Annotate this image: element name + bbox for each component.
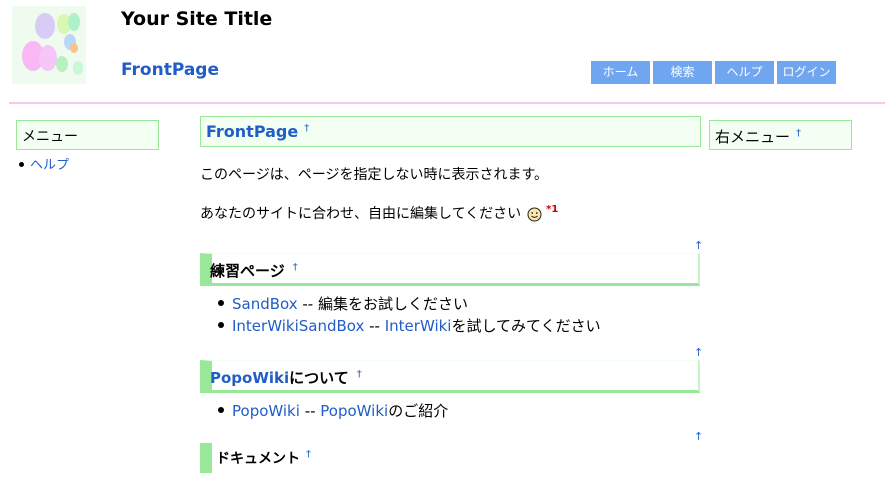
header-divider: [9, 102, 885, 104]
interwikisandbox-link[interactable]: InterWikiSandBox: [232, 317, 364, 335]
sandbox-link[interactable]: SandBox: [232, 295, 298, 313]
dagger-anchor-icon[interactable]: †: [306, 449, 311, 460]
list-item-text: -- 編集をお試しください: [297, 295, 468, 313]
site-logo[interactable]: [12, 6, 86, 84]
nav-search-button[interactable]: 検索: [653, 61, 713, 84]
back-to-top-link[interactable]: ↑: [694, 430, 703, 443]
section-heading-practice: 練習ページ †: [200, 253, 700, 286]
list-item: SandBox -- 編集をお試しください: [216, 293, 601, 315]
popowiki-link[interactable]: PopoWiki: [232, 402, 300, 420]
section-heading-text: ドキュメント: [216, 451, 300, 467]
list-item: PopoWiki -- PopoWikiのご紹介: [216, 400, 448, 422]
intro-paragraph-2-text: あなたのサイトに合わせ、自由に編集してください: [200, 206, 522, 222]
intro-paragraph-1: このページは、ページを指定しない時に表示されます。: [200, 167, 549, 183]
list-item-text: のご紹介: [388, 402, 449, 420]
section-heading-documents: ドキュメント †: [200, 443, 700, 473]
bullet-icon: [19, 162, 24, 167]
back-to-top-link[interactable]: ↑: [694, 346, 703, 359]
right-menu-title: 右メニュー †: [709, 120, 852, 150]
dagger-anchor-icon[interactable]: †: [357, 369, 362, 380]
top-navigation: ホーム 検索 ヘルプ ログイン: [591, 61, 837, 84]
popowiki-list: PopoWiki -- PopoWikiのご紹介: [216, 400, 448, 422]
section-heading-text: 練習ページ: [210, 262, 285, 280]
menu-item-help-link[interactable]: ヘルプ: [30, 158, 69, 173]
list-item-text: --: [364, 317, 385, 335]
popowiki-intro-link[interactable]: PopoWiki: [320, 402, 388, 420]
right-menu-title-text: 右メニュー: [715, 128, 791, 146]
section-heading-text: について: [289, 369, 349, 387]
nav-login-button[interactable]: ログイン: [777, 61, 837, 84]
site-title: Your Site Title: [121, 8, 273, 30]
left-menu-list: ヘルプ: [16, 157, 69, 175]
page-title-link[interactable]: FrontPage: [206, 122, 298, 141]
list-item: ヘルプ: [16, 157, 69, 175]
page-title: FrontPage †: [200, 116, 701, 147]
list-item-text: --: [299, 402, 321, 420]
nav-help-button[interactable]: ヘルプ: [715, 61, 775, 84]
practice-list: SandBox -- 編集をお試しください InterWikiSandBox -…: [216, 293, 601, 337]
left-menu-title: メニュー: [16, 120, 159, 150]
intro-paragraph-2: あなたのサイトに合わせ、自由に編集してください *1: [200, 203, 558, 223]
footnote-ref-link[interactable]: *1: [546, 204, 558, 215]
section-heading-about-popowiki: PopoWikiについて †: [200, 360, 700, 393]
bullet-icon: [218, 322, 224, 328]
back-to-top-link[interactable]: ↑: [694, 239, 703, 252]
bullet-icon: [218, 407, 224, 413]
dagger-anchor-icon[interactable]: †: [293, 262, 298, 273]
nav-home-button[interactable]: ホーム: [591, 61, 651, 84]
dagger-anchor-icon[interactable]: †: [304, 123, 309, 134]
list-item-text: を試してみてください: [451, 317, 601, 335]
page-name-link[interactable]: FrontPage: [121, 60, 219, 80]
interwiki-link[interactable]: InterWiki: [385, 317, 452, 335]
smile-icon: [527, 207, 542, 221]
list-item: InterWikiSandBox -- InterWikiを試してみてください: [216, 315, 601, 337]
dagger-anchor-icon[interactable]: †: [796, 128, 801, 139]
bullet-icon: [218, 300, 224, 306]
section-heading-link[interactable]: PopoWiki: [210, 369, 289, 387]
